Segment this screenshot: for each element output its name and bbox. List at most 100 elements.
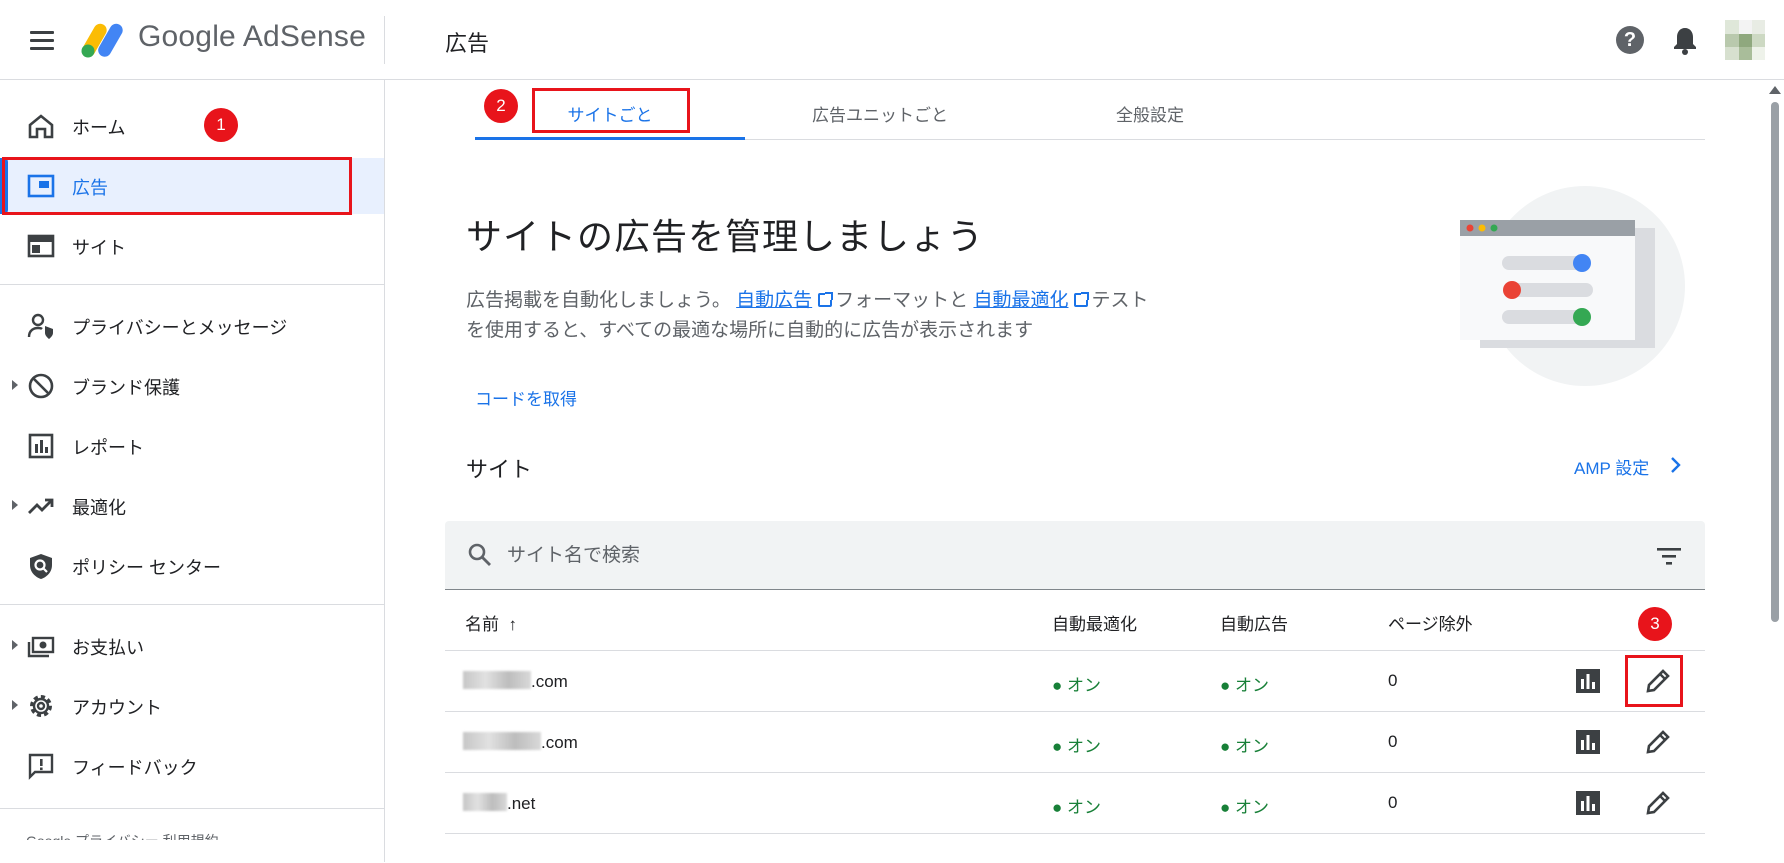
auto-optimize-link[interactable]: 自動最適化 <box>973 290 1068 311</box>
payments-icon <box>27 636 55 658</box>
divider <box>0 808 384 809</box>
sidebar-item-feedback[interactable]: フィードバック <box>0 738 384 794</box>
ads-illustration <box>1460 186 1685 386</box>
trending-icon <box>28 498 54 514</box>
chevron-right-icon[interactable] <box>1668 455 1682 475</box>
redacted-text <box>463 671 531 689</box>
sidebar-item-label: ホーム <box>72 118 126 138</box>
sidebar-item-optimization[interactable]: 最適化 <box>0 478 384 534</box>
page-title: 広告 <box>445 31 490 56</box>
column-header-name[interactable]: 名前 ↑ <box>465 610 517 635</box>
annotation-badge: 1 <box>204 108 238 142</box>
report-icon[interactable] <box>1574 789 1602 817</box>
sites-icon <box>27 234 55 258</box>
report-icon[interactable] <box>1574 667 1602 695</box>
block-icon <box>28 373 54 399</box>
sidebar-item-payments[interactable]: お支払い <box>0 618 384 674</box>
sidebar-item-home[interactable]: ホーム <box>0 98 384 154</box>
site-domain-suffix: .com <box>541 733 578 752</box>
tab-label: 広告ユニットごと <box>812 106 948 125</box>
help-icon[interactable]: ? <box>1616 26 1644 54</box>
scroll-up-arrow-icon[interactable] <box>1769 86 1781 94</box>
page-exclusions-count: 0 <box>1388 793 1398 812</box>
scrollbar[interactable] <box>1768 86 1782 862</box>
annotation-badge: 2 <box>484 89 518 123</box>
hero-text: フォーマットと <box>835 290 969 311</box>
expand-caret-icon <box>12 700 18 710</box>
divider <box>384 16 385 64</box>
site-name[interactable]: .com <box>463 671 568 692</box>
hero-text: 広告掲載を自動化しましょう。 <box>466 290 731 311</box>
gear-icon <box>30 695 52 717</box>
brand-name: Google AdSense <box>138 20 366 53</box>
sidebar-item-privacy[interactable]: プライバシーとメッセージ <box>0 298 384 354</box>
tab-by-ad-unit[interactable]: 広告ユニットごと <box>745 101 1015 141</box>
sidebar-item-ads[interactable]: 広告 <box>0 158 384 214</box>
sidebar-item-account[interactable]: アカウント <box>0 678 384 734</box>
site-name[interactable]: .com <box>463 732 578 753</box>
menu-icon[interactable] <box>26 26 58 54</box>
tab-general-settings[interactable]: 全般設定 <box>1015 101 1285 141</box>
expand-caret-icon <box>12 500 18 510</box>
page-exclusions-count: 0 <box>1388 671 1398 690</box>
sidebar-item-label: フィードバック <box>72 758 198 778</box>
policy-icon <box>30 554 52 579</box>
status-text: オン <box>1067 798 1101 817</box>
expand-caret-icon <box>12 380 18 390</box>
site-name[interactable]: .net <box>463 793 535 814</box>
hero-title: サイトの広告を管理しましょう <box>466 216 985 257</box>
avatar[interactable] <box>1725 20 1765 60</box>
status-text: オン <box>1235 737 1269 756</box>
search-input[interactable] <box>505 537 1605 575</box>
ads-icon <box>27 174 55 198</box>
sidebar: ホーム 広告 サイト プライバシーとメッセージ ブランド保護 レポート 最適化 … <box>0 80 385 862</box>
privacy-icon <box>27 313 53 339</box>
annotation-badge: 3 <box>1638 607 1672 641</box>
sidebar-item-label: プライバシーとメッセージ <box>72 318 288 338</box>
top-app-bar: Google AdSense 広告 ? <box>0 0 1784 80</box>
divider <box>0 604 384 605</box>
sidebar-item-label: アカウント <box>72 698 162 718</box>
status-text: オン <box>1235 676 1269 695</box>
auto-ads-link[interactable]: 自動広告 <box>736 290 812 311</box>
amp-settings-link[interactable]: AMP 設定 <box>1574 454 1649 479</box>
sites-heading: サイト <box>466 457 533 482</box>
table-row[interactable]: .com ● オン ● オン 0 <box>445 711 1705 772</box>
edit-pencil-icon[interactable] <box>1644 728 1672 756</box>
divider <box>0 284 384 285</box>
report-icon <box>28 433 54 459</box>
feedback-icon <box>28 753 54 780</box>
sidebar-item-label: ブランド保護 <box>72 378 180 398</box>
tab-label: サイトごと <box>567 106 653 125</box>
filter-icon[interactable] <box>1655 545 1683 567</box>
report-icon[interactable] <box>1574 728 1602 756</box>
site-domain-suffix: .net <box>507 794 536 813</box>
table-row[interactable]: .net ● オン ● オン 0 <box>445 772 1705 833</box>
hero-text: テスト <box>1091 290 1149 311</box>
auto-ads-status: ● オン <box>1220 676 1269 695</box>
sidebar-item-sites[interactable]: サイト <box>0 218 384 274</box>
home-icon <box>28 114 54 139</box>
tab-label: 全般設定 <box>1116 106 1184 125</box>
edit-pencil-icon[interactable] <box>1644 789 1672 817</box>
adsense-logo <box>81 23 123 58</box>
column-label: 名前 <box>465 615 499 634</box>
sidebar-item-policy-center[interactable]: ポリシー センター <box>0 538 384 594</box>
sidebar-footer-links[interactable]: Google プライバシー 利用規約 <box>26 828 219 840</box>
search-icon <box>468 543 491 566</box>
get-code-button[interactable]: コードを取得 <box>475 385 577 410</box>
notifications-icon[interactable] <box>1670 24 1700 56</box>
sidebar-item-reports[interactable]: レポート <box>0 418 384 474</box>
sidebar-item-brand-safety[interactable]: ブランド保護 <box>0 358 384 414</box>
hero-text: を使用すると、すべての最適な場所に自動的に広告が表示されます <box>466 320 1034 341</box>
auto-optimize-status: ● オン <box>1052 798 1101 817</box>
status-text: オン <box>1067 676 1101 695</box>
scrollbar-thumb[interactable] <box>1771 102 1779 622</box>
column-header-page-exclusions: ページ除外 <box>1388 615 1473 634</box>
sidebar-item-label: 広告 <box>72 178 108 198</box>
table-row[interactable]: .com ● オン ● オン 0 <box>445 650 1705 711</box>
edit-pencil-icon[interactable] <box>1644 667 1672 695</box>
column-header-auto-ads: 自動広告 <box>1220 615 1288 634</box>
page-exclusions-count: 0 <box>1388 732 1398 751</box>
external-link-icon <box>1074 292 1090 307</box>
